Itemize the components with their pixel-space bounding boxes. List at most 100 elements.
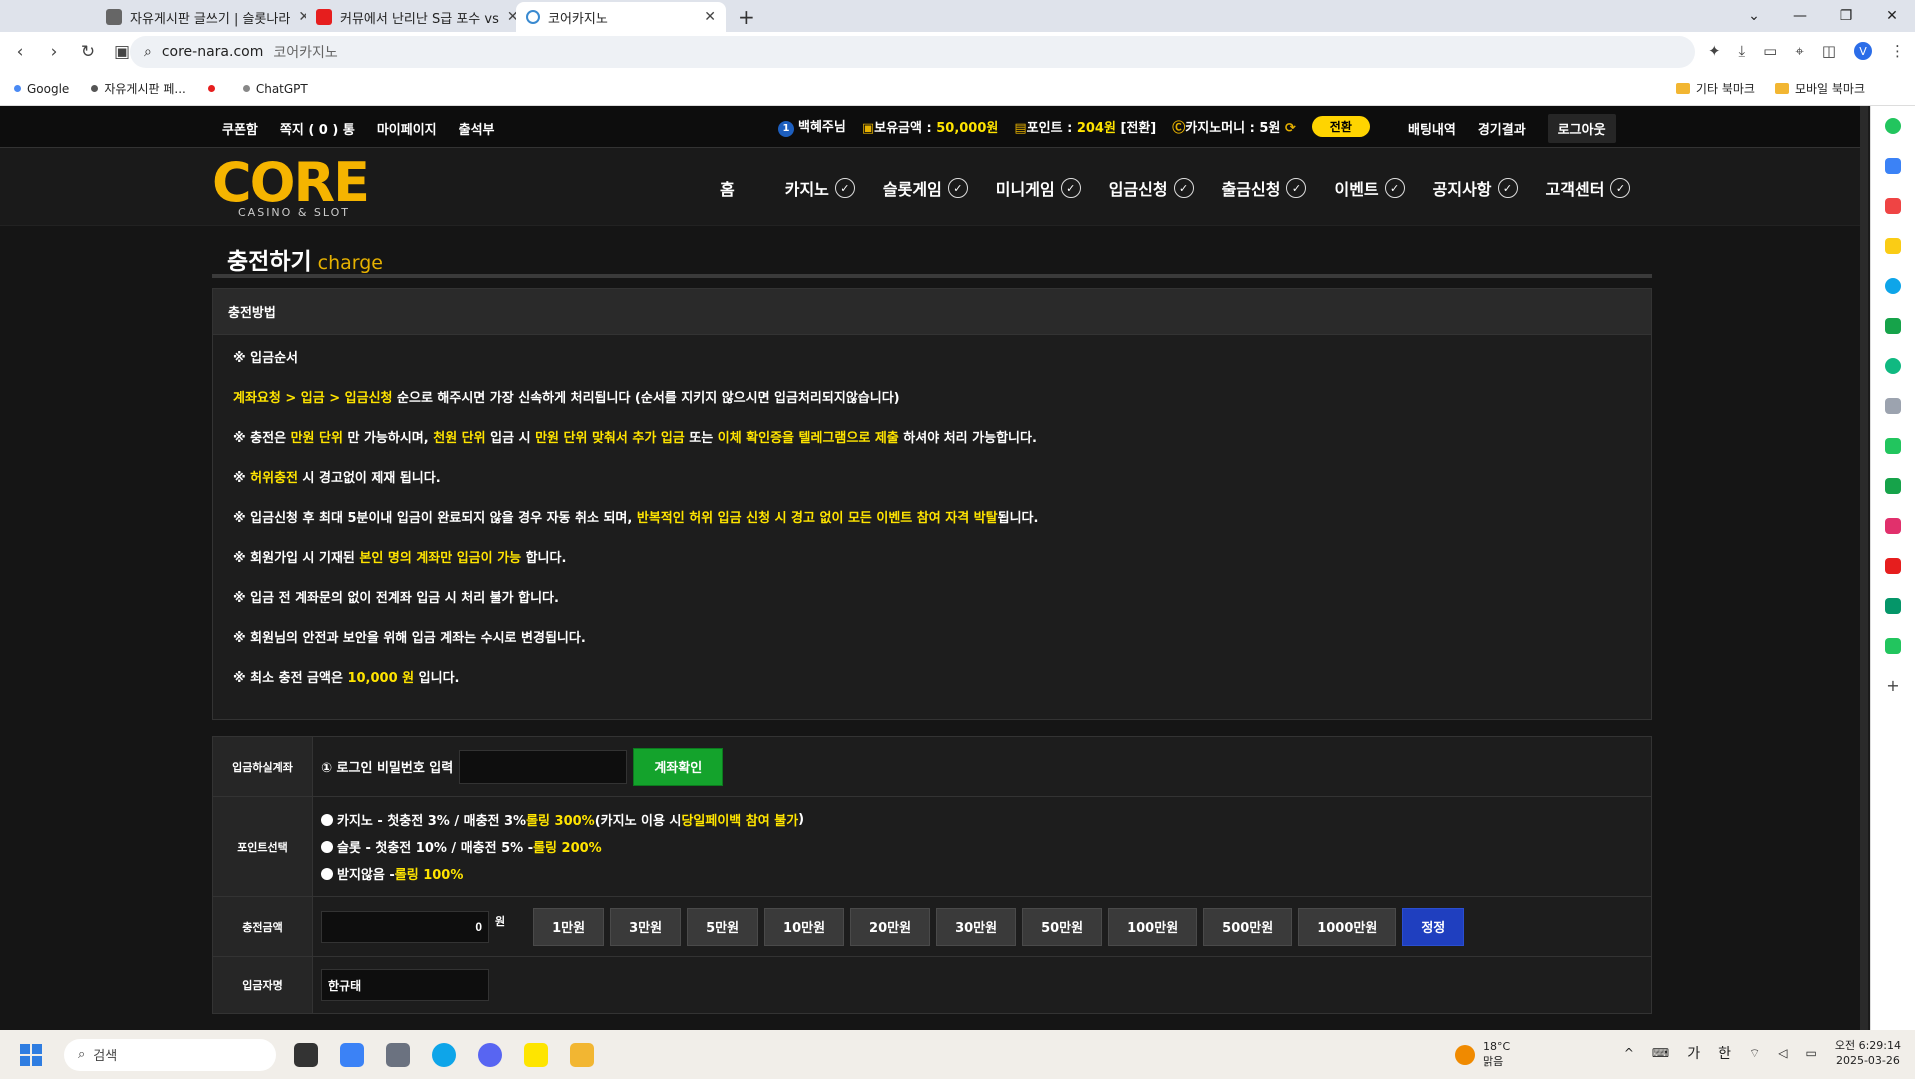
amount-button-50[interactable]: 50만원 (1022, 907, 1103, 946)
play-icon[interactable] (1885, 478, 1901, 494)
add-icon[interactable]: + (1885, 678, 1901, 694)
amount-input[interactable] (321, 910, 489, 943)
ime-mode[interactable]: 가 (1687, 1043, 1700, 1063)
amount-button-500[interactable]: 500만원 (1203, 907, 1293, 946)
chevron-up-icon[interactable]: ^ (1624, 1046, 1634, 1060)
mypage-link[interactable]: 마이페이지 (377, 119, 437, 138)
tab-search-icon[interactable]: ⌄ (1731, 0, 1777, 32)
bookmark-google[interactable]: Google (14, 82, 69, 96)
amount-button-1[interactable]: 1만원 (533, 907, 605, 946)
profile-avatar[interactable]: V (1854, 42, 1872, 60)
page-scrollbar[interactable] (1860, 106, 1868, 1030)
reload-icon[interactable]: ↻ (74, 42, 102, 62)
music-icon[interactable] (1885, 358, 1901, 374)
collections-icon[interactable] (1885, 158, 1901, 174)
bookmark-chatgpt[interactable]: ChatGPT (242, 82, 308, 96)
menu-deposit[interactable]: 입금신청 ✓ (1109, 176, 1194, 200)
url-field[interactable]: ⌕ core-nara.com 코어카지노 (130, 36, 1695, 68)
discord-icon[interactable] (478, 1042, 502, 1067)
download-icon[interactable]: ⤓ (1739, 42, 1746, 60)
copilot-icon[interactable] (1885, 118, 1901, 134)
app-icon[interactable] (386, 1042, 410, 1067)
bookmark-folder-other[interactable]: 기타 북마크 (1675, 80, 1755, 97)
menu-notice[interactable]: 공지사항 ✓ (1433, 176, 1518, 200)
site-logo[interactable]: CORE CASINO & SLOT (212, 156, 372, 220)
amount-button-30[interactable]: 30만원 (936, 907, 1017, 946)
back-icon[interactable]: ‹ (6, 42, 34, 62)
sheets-icon[interactable] (1885, 318, 1901, 334)
stocks-icon[interactable] (1885, 598, 1901, 614)
bookmark-freeboard[interactable]: 자유게시판 페... (91, 80, 186, 97)
menu-event[interactable]: 이벤트 ✓ (1334, 176, 1405, 200)
games-icon[interactable] (1885, 398, 1901, 414)
task-view-icon[interactable] (294, 1042, 318, 1067)
close-icon[interactable]: ✕ (507, 9, 516, 25)
menu-icon[interactable]: ⋮ (1890, 42, 1905, 60)
radio-button[interactable] (321, 867, 333, 880)
message-link[interactable]: 쪽지 ( 0 ) 통 (280, 119, 355, 138)
points-convert-link[interactable]: [전환] (1116, 121, 1156, 136)
point-option-none[interactable]: 받지않음 - 롤링 100% (321, 864, 804, 883)
amount-button-5[interactable]: 5만원 (687, 907, 759, 946)
screenshot-icon[interactable]: ⌖ (1795, 42, 1803, 60)
robot-icon[interactable] (1885, 638, 1901, 654)
amount-button-3[interactable]: 3만원 (610, 907, 682, 946)
menu-withdraw[interactable]: 출금신청 ✓ (1222, 176, 1307, 200)
instagram-icon[interactable] (1885, 518, 1901, 534)
attendance-link[interactable]: 출석부 (459, 119, 495, 138)
coupon-link[interactable]: 쿠폰함 (222, 119, 258, 138)
keyboard-icon[interactable]: ⌨ (1652, 1046, 1669, 1060)
kakaotalk-icon[interactable] (524, 1042, 548, 1067)
taskbar-search[interactable]: ⌕ 검색 (64, 1038, 276, 1071)
depositor-input[interactable] (321, 969, 489, 1001)
menu-support[interactable]: 고객센터 ✓ (1546, 176, 1631, 200)
menu-minigame[interactable]: 미니게임 ✓ (996, 176, 1081, 200)
game-results-link[interactable]: 경기결과 (1478, 119, 1526, 138)
weather-widget[interactable]: 18°C 맑음 (1455, 1040, 1510, 1069)
youtube-icon[interactable] (1885, 558, 1901, 574)
logout-button[interactable]: 로그아웃 (1547, 114, 1616, 143)
ime-lang[interactable]: 한 (1718, 1043, 1731, 1063)
extensions-icon[interactable]: ✦ (1708, 42, 1721, 60)
swap-button[interactable]: 전환 (1311, 116, 1370, 137)
menu-casino[interactable]: 카지노 ✓ (785, 176, 855, 200)
refresh-icon[interactable]: ⟳ (1285, 121, 1296, 136)
windows-start-icon[interactable] (20, 1043, 42, 1066)
amount-button-10[interactable]: 10만원 (764, 907, 845, 946)
close-icon[interactable]: ✕ (704, 9, 716, 25)
edge-icon[interactable] (1885, 278, 1901, 294)
bet-history-link[interactable]: 배팅내역 (1408, 119, 1456, 138)
point-option-casino[interactable]: 카지노 - 첫충전 3% / 매충전 3% 롤링 300% (카지노 이용 시 … (321, 810, 804, 829)
menu-slot[interactable]: 슬롯게임 ✓ (883, 176, 968, 200)
account-confirm-button[interactable]: 계좌확인 (633, 747, 724, 786)
split-view-icon[interactable]: ◫ (1822, 42, 1836, 60)
battery-icon[interactable]: ▭ (1806, 1046, 1817, 1060)
volume-icon[interactable]: ◁ (1778, 1046, 1787, 1060)
forward-icon[interactable]: › (40, 42, 68, 62)
pocket-icon[interactable] (1885, 198, 1901, 214)
amount-button-20[interactable]: 20만원 (850, 907, 931, 946)
menu-home[interactable]: 홈 (720, 176, 735, 200)
amount-button-100[interactable]: 100만원 (1108, 907, 1198, 946)
close-icon[interactable]: ✕ (298, 9, 306, 25)
radio-button[interactable] (321, 813, 333, 826)
cast-icon[interactable]: ▭ (1763, 42, 1777, 60)
photos-icon[interactable] (340, 1042, 364, 1067)
restore-icon[interactable]: ❐ (1823, 0, 1869, 32)
tab-youtube[interactable]: 커뮤에서 난리난 S급 포수 vs ✕ (306, 2, 516, 32)
close-window-icon[interactable]: ✕ (1869, 0, 1915, 32)
reset-button[interactable]: 정정 (1402, 907, 1465, 946)
tab-freeboard[interactable]: 자유게시판 글쓰기 | 슬롯나라 ✕ (96, 2, 306, 32)
password-input[interactable] (459, 749, 628, 784)
new-tab-button[interactable]: + (726, 2, 767, 32)
clock[interactable]: 오전 6:29:14 2025-03-26 (1835, 1038, 1901, 1068)
radio-button[interactable] (321, 840, 333, 853)
line-icon[interactable] (1885, 438, 1901, 454)
amount-button-1000[interactable]: 1000만원 (1298, 907, 1397, 946)
point-option-slot[interactable]: 슬롯 - 첫충전 10% / 매충전 5% - 롤링 200% (321, 837, 804, 856)
file-explorer-icon[interactable] (570, 1042, 594, 1067)
bookmark-red[interactable] (207, 85, 221, 92)
favorites-icon[interactable] (1885, 238, 1901, 254)
tab-core-casino[interactable]: 코어카지노 ✕ (516, 2, 726, 32)
minimize-icon[interactable]: — (1777, 0, 1823, 32)
